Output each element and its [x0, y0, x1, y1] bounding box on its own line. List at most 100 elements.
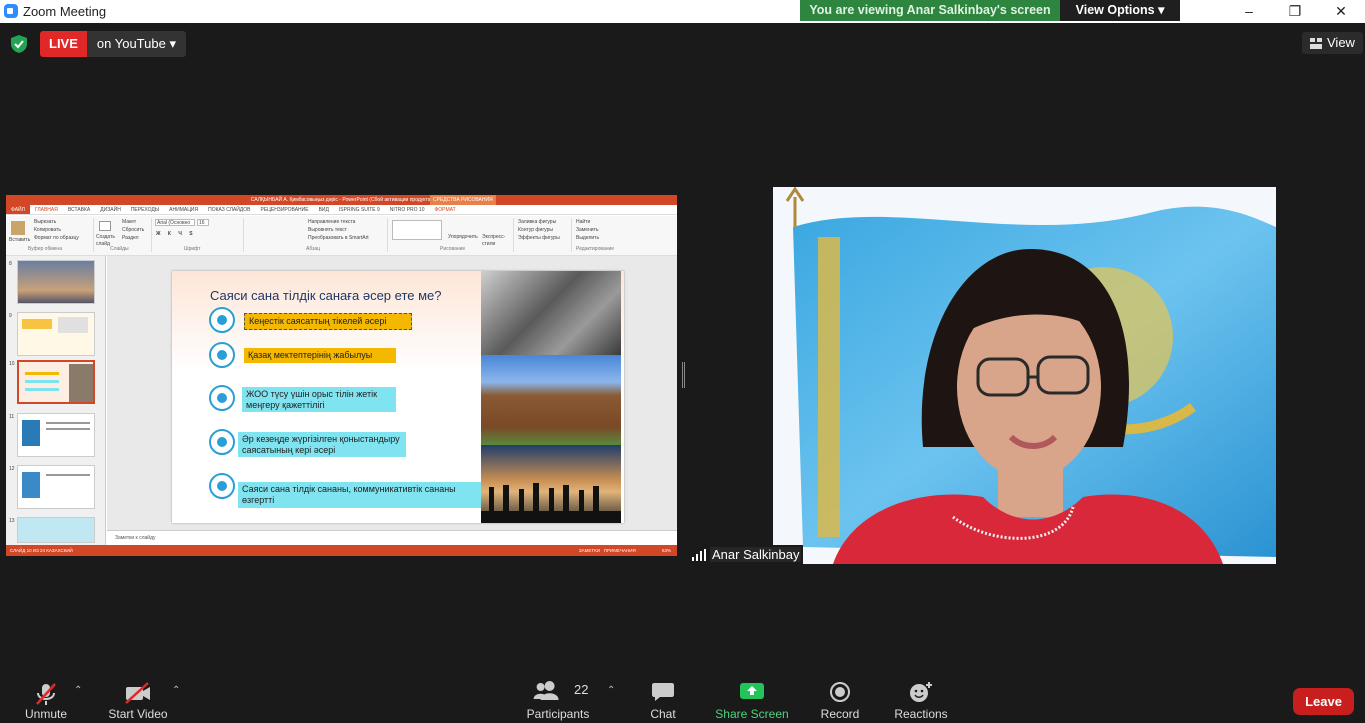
tab-animation[interactable]: АНИМАЦИЯ	[164, 205, 203, 214]
font-name-select[interactable]: Arial (Основно	[155, 219, 195, 226]
replace-button[interactable]: Заменить	[576, 227, 598, 234]
ribbon-clipboard: Вставить Вырезать Копировать Формат по о…	[8, 218, 94, 252]
tab-transitions[interactable]: ПЕРЕХОДЫ	[126, 205, 164, 214]
tab-home[interactable]: ГЛАВНАЯ	[30, 205, 63, 214]
cut-button[interactable]: Вырезать	[34, 219, 56, 226]
ribbon-editing: Найти Заменить Выделить Редактирование	[574, 218, 634, 252]
reactions-button[interactable]: Reactions	[890, 671, 952, 723]
video-frame	[773, 187, 1276, 564]
bullet-1[interactable]: Кеңестік саясаттың тікелей әсері	[244, 313, 412, 330]
audio-options-caret[interactable]: ⌃	[74, 685, 82, 696]
tab-view[interactable]: ВИД	[314, 205, 334, 214]
chevron-down-icon: ▾	[1158, 3, 1165, 17]
slide-thumbnail[interactable]	[17, 312, 95, 356]
view-options-label: View Options	[1075, 3, 1155, 17]
view-options-button[interactable]: View Options ▾	[1060, 0, 1180, 21]
tab-review[interactable]: РЕЦЕНЗИРОВАНИЕ	[255, 205, 313, 214]
ribbon-drawing: Упорядочить Экспресс-стили Рисование	[390, 218, 514, 252]
record-button[interactable]: Record	[814, 671, 866, 723]
slide-notes[interactable]: Заметки к слайду	[107, 530, 677, 544]
notes-toggle[interactable]: ЗАМЕТКИ	[579, 548, 600, 553]
shape-fill-button[interactable]: Заливка фигуры	[518, 219, 556, 226]
shape-effects-button[interactable]: Эффекты фигуры	[518, 235, 560, 242]
quick-styles-button[interactable]: Экспресс-стили	[482, 234, 508, 248]
live-stream-control[interactable]: LIVE on YouTube ▾	[40, 31, 186, 57]
text-direction-button[interactable]: Направление текста	[308, 219, 355, 226]
view-button[interactable]: View	[1302, 32, 1363, 54]
security-shield-icon[interactable]	[11, 35, 27, 53]
tab-nitro[interactable]: NITRO PRO 10	[385, 205, 430, 214]
silhouettes-photo	[481, 445, 621, 523]
slide-thumbnail[interactable]	[17, 465, 95, 509]
maximize-button[interactable]: ❐	[1272, 0, 1318, 23]
slide-count-status: СЛАЙД 10 ИЗ 24 КАЗАХСКИЙ	[10, 548, 73, 553]
tab-file[interactable]: ФАЙЛ	[6, 205, 30, 214]
unmute-button[interactable]: Unmute	[14, 671, 78, 723]
ribbon-paragraph: Направление текста Выровнять текст Преоб…	[246, 218, 388, 252]
start-video-button[interactable]: Start Video	[104, 671, 172, 723]
font-format-buttons[interactable]: Ж К Ч S	[156, 231, 196, 238]
ribbon-slides: Создать слайд Макет Сбросить Раздел Слай…	[96, 218, 152, 252]
tab-design[interactable]: ДИЗАЙН	[95, 205, 126, 214]
live-target[interactable]: on YouTube ▾	[86, 31, 186, 57]
video-options-caret[interactable]: ⌃	[172, 685, 180, 696]
font-size-select[interactable]: 16	[197, 219, 209, 226]
bullet-2[interactable]: Қазақ мектептерінің жабылуы	[244, 348, 396, 363]
window-title: Zoom Meeting	[23, 4, 107, 19]
slide-canvas[interactable]: Саяси сана тілдік санаға әсер ете ме? Ке…	[172, 271, 624, 523]
tab-ispring[interactable]: ISPRING SUITE 9	[334, 205, 385, 214]
chat-button[interactable]: Chat	[640, 671, 686, 723]
chat-label: Chat	[650, 707, 676, 721]
chat-bubble-icon	[652, 683, 674, 701]
slide-thumbnail[interactable]	[17, 413, 95, 457]
arrange-button[interactable]: Упорядочить	[448, 234, 478, 241]
align-text-button[interactable]: Выровнять текст	[308, 227, 347, 234]
ppt-title-bar: САЛҚЫНБАЙ А. Қимбасовыңыз дәріс - PowerP…	[6, 195, 677, 205]
smartart-button[interactable]: Преобразовать в SmartArt	[308, 235, 369, 242]
leave-button[interactable]: Leave	[1293, 688, 1354, 715]
select-button[interactable]: Выделить	[576, 235, 599, 242]
section-button[interactable]: Раздел	[122, 235, 139, 242]
live-target-label: on YouTube	[96, 36, 166, 51]
drawing-group-label: Рисование	[440, 246, 466, 252]
slide-thumbnail[interactable]	[17, 260, 95, 304]
thumb-number: 12	[9, 466, 15, 472]
slide-thumbnail-selected[interactable]	[17, 360, 95, 404]
minimize-button[interactable]: –	[1226, 0, 1272, 23]
format-painter-button[interactable]: Формат по образцу	[34, 235, 79, 242]
reset-button[interactable]: Сбросить	[122, 227, 144, 234]
tab-insert[interactable]: ВСТАВКА	[63, 205, 95, 214]
close-button[interactable]: ✕	[1318, 0, 1364, 23]
share-screen-button[interactable]: Share Screen	[712, 671, 792, 723]
slide-thumbnail[interactable]	[17, 517, 95, 543]
unmute-label: Unmute	[24, 707, 68, 721]
find-button[interactable]: Найти	[576, 219, 590, 226]
bullet-4[interactable]: Әр кезеңде жүргізілген қоныстандыру саяс…	[238, 432, 406, 457]
ribbon-shape-format: Заливка фигуры Контур фигуры Эффекты фиг…	[516, 218, 572, 252]
live-badge: LIVE	[40, 31, 87, 57]
shapes-gallery[interactable]	[392, 220, 442, 240]
tab-format[interactable]: ФОРМАТ	[429, 205, 460, 214]
participants-button[interactable]: 22 Participants	[522, 671, 594, 723]
shared-screen[interactable]: САЛҚЫНБАЙ А. Қимбасовыңыз дәріс - PowerP…	[6, 195, 677, 556]
start-video-label: Start Video	[108, 707, 168, 721]
puzzle-icon	[209, 429, 235, 455]
tab-slideshow[interactable]: ПОКАЗ СЛАЙДОВ	[203, 205, 255, 214]
participant-video[interactable]	[773, 187, 1276, 564]
view-label: View	[1327, 35, 1355, 50]
layout-button[interactable]: Макет	[122, 219, 136, 226]
bullet-3[interactable]: ЖОО түсу үшін орыс тілін жетік меңгеру қ…	[242, 387, 396, 412]
zoom-level[interactable]: 63%	[662, 548, 671, 553]
shape-outline-button[interactable]: Контур фигуры	[518, 227, 553, 234]
slides-group-label: Слайды	[110, 246, 129, 252]
comments-toggle[interactable]: ПРИМЕЧАНИЯ	[604, 548, 636, 553]
bullet-5[interactable]: Саяси сана тілдік сананы, коммуникативті…	[238, 482, 486, 508]
paste-button[interactable]: Вставить	[9, 237, 30, 244]
copy-button[interactable]: Копировать	[34, 227, 61, 234]
split-view-handle[interactable]	[682, 362, 685, 388]
paste-icon	[11, 221, 25, 235]
gear-icon	[209, 342, 235, 368]
participants-options-caret[interactable]: ⌃	[607, 685, 615, 696]
classroom-photo	[481, 271, 621, 355]
cloud-icon	[209, 473, 235, 499]
